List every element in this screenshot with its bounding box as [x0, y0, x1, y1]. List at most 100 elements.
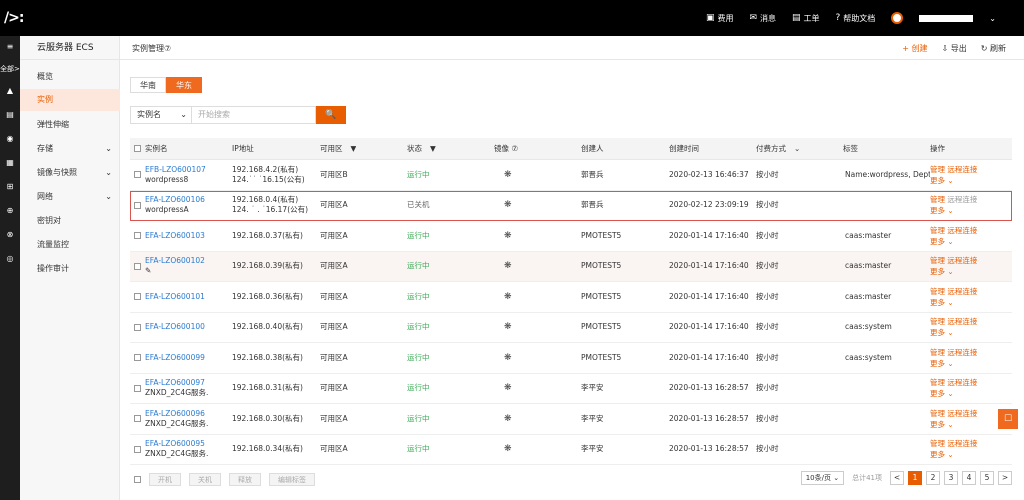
more-dropdown[interactable]: 更多 ⌄: [930, 358, 977, 369]
table-row[interactable]: EFA-LZO600102 ✎ 192.168.0.39(私有) 可用区A 运行中 ❋ PM…: [130, 251, 1012, 282]
remote-connect-link[interactable]: 远程连接: [947, 226, 977, 235]
more-dropdown[interactable]: 更多 ⌄: [930, 236, 977, 247]
table-row[interactable]: EFA-LZO600101 192.168.0.36(私有) 可用区A 运行中 ❋ PMO…: [130, 282, 1012, 313]
export-button[interactable]: ⇩ 导出: [942, 43, 967, 54]
rail-nav-icon[interactable]: ⊞: [0, 180, 20, 194]
more-dropdown[interactable]: 更多 ⌄: [930, 388, 977, 399]
rail-nav-icon[interactable]: ⊕: [0, 204, 20, 218]
release-button[interactable]: 释放: [229, 472, 261, 486]
instance-name-link[interactable]: EFA-LZO600096: [145, 409, 208, 419]
all-products-toggle[interactable]: 全部>: [0, 62, 20, 76]
topnav-item-help[interactable]: ? 帮助文档: [836, 13, 876, 24]
row-checkbox[interactable]: [134, 293, 141, 301]
sidebar-item[interactable]: 实例: [20, 89, 120, 111]
table-row[interactable]: EFA-LZO600097 ZNXD_2C4G服务. 192.168.0.31(私有…: [130, 373, 1012, 404]
manage-link[interactable]: 管理: [930, 165, 945, 174]
manage-link[interactable]: 管理: [930, 226, 945, 235]
brand-logo[interactable]: />:: [4, 10, 24, 26]
table-row[interactable]: EFA-LZO600100 192.168.0.40(私有) 可用区A 运行中 ❋ PMO…: [130, 312, 1012, 343]
remote-connect-link[interactable]: 远程连接: [947, 378, 977, 387]
row-checkbox[interactable]: [134, 354, 141, 362]
search-button[interactable]: 🔍: [316, 106, 346, 124]
stop-button[interactable]: 关机: [189, 472, 221, 486]
remote-connect-link[interactable]: 远程连接: [947, 287, 977, 296]
more-dropdown[interactable]: 更多 ⌄: [930, 297, 977, 308]
sidebar-item[interactable]: 网络 ⌄: [20, 186, 120, 208]
manage-link[interactable]: 管理: [930, 256, 945, 265]
sidebar-item[interactable]: 密钥对: [20, 210, 120, 232]
next-page-button[interactable]: >: [998, 471, 1012, 485]
create-button[interactable]: + 创建: [902, 43, 927, 54]
topnav-item-billing[interactable]: ▣ 费用: [706, 13, 734, 24]
page-button-4[interactable]: 4: [962, 471, 976, 485]
instance-name-link[interactable]: EFA-LZO600103: [145, 231, 205, 241]
more-dropdown[interactable]: 更多 ⌄: [930, 175, 977, 186]
topnav-item-ticket[interactable]: ▤ 工单: [792, 13, 820, 24]
manage-link[interactable]: 管理: [930, 317, 945, 326]
instance-name-link[interactable]: EFA-LZO600101: [145, 292, 205, 302]
remote-connect-link[interactable]: 远程连接: [947, 409, 977, 418]
instance-name-link[interactable]: EFA-LZO600102: [145, 256, 205, 266]
remote-connect-link[interactable]: 远程连接: [947, 439, 977, 448]
table-row[interactable]: EFA-LZO600096 ZNXD_2C4G服务. 192.168.0.30(私有…: [130, 404, 1012, 435]
instance-name-link[interactable]: EFA-LZO600097: [145, 378, 208, 388]
remote-connect-link[interactable]: 远程连接: [947, 165, 977, 174]
sidebar-item[interactable]: 镜像与快照 ⌄: [20, 162, 120, 184]
chevron-down-icon[interactable]: ⌄: [989, 14, 996, 23]
sidebar-item[interactable]: 存储 ⌄: [20, 138, 120, 160]
select-all-checkbox[interactable]: [134, 145, 141, 152]
start-button[interactable]: 开机: [149, 472, 181, 486]
manage-link[interactable]: 管理: [930, 287, 945, 296]
region-tab-south[interactable]: 华南: [130, 77, 166, 93]
table-row[interactable]: EFA-LZO600103 192.168.0.37(私有) 可用区A 运行中 ❋ PMO…: [130, 221, 1012, 252]
filter-icon[interactable]: ▼: [430, 144, 436, 154]
page-button-2[interactable]: 2: [926, 471, 940, 485]
table-row[interactable]: EFA-LZO600099 192.168.0.38(私有) 可用区A 运行中 ❋ PMO…: [130, 343, 1012, 374]
row-checkbox[interactable]: [134, 384, 141, 392]
instance-name-link[interactable]: EFB-LZO600107: [145, 165, 206, 175]
sidebar-item[interactable]: 弹性伸缩: [20, 114, 120, 136]
sidebar-item[interactable]: 操作审计: [20, 258, 120, 280]
edit-tags-button[interactable]: 编辑标签: [269, 472, 315, 486]
manage-link[interactable]: 管理: [930, 378, 945, 387]
row-checkbox[interactable]: [134, 232, 141, 240]
instance-name-link[interactable]: EFA-LZO600095: [145, 439, 208, 449]
manage-link[interactable]: 管理: [930, 439, 945, 448]
sidebar-item[interactable]: 概览: [20, 66, 120, 88]
row-checkbox[interactable]: [134, 445, 141, 453]
rail-nav-icon[interactable]: ◉: [0, 132, 20, 146]
manage-link[interactable]: 管理: [930, 348, 945, 357]
filter-icon[interactable]: ▼: [351, 144, 357, 154]
sidebar-item[interactable]: 流量监控: [20, 234, 120, 256]
instance-name-link[interactable]: EFA-LZO600100: [145, 322, 205, 332]
remote-connect-link[interactable]: 远程连接: [947, 195, 977, 204]
row-checkbox[interactable]: [134, 415, 141, 423]
manage-link[interactable]: 管理: [930, 195, 945, 204]
footer-select-all-checkbox[interactable]: [134, 475, 141, 483]
row-checkbox[interactable]: [134, 262, 141, 270]
row-checkbox[interactable]: [134, 201, 141, 209]
page-button-1[interactable]: 1: [908, 471, 922, 485]
more-dropdown[interactable]: 更多 ⌄: [930, 266, 977, 277]
remote-connect-link[interactable]: 远程连接: [947, 348, 977, 357]
page-button-3[interactable]: 3: [944, 471, 958, 485]
prev-page-button[interactable]: <: [890, 471, 904, 485]
chevron-down-icon[interactable]: ⌄: [794, 144, 800, 154]
more-dropdown[interactable]: 更多 ⌄: [930, 205, 977, 216]
row-checkbox[interactable]: [134, 323, 141, 331]
table-row[interactable]: EFA-LZO600095 ZNXD_2C4G服务. 192.168.0.34(私有…: [130, 434, 1012, 465]
rail-nav-icon[interactable]: ▦: [0, 156, 20, 170]
table-row[interactable]: EFB-LZO600107 wordpress8 192.168.4.2(私有) 12…: [130, 160, 1012, 191]
avatar[interactable]: [891, 12, 904, 24]
region-tab-east[interactable]: 华东: [166, 77, 202, 93]
row-checkbox[interactable]: [134, 171, 141, 179]
more-dropdown[interactable]: 更多 ⌄: [930, 449, 977, 460]
more-dropdown[interactable]: 更多 ⌄: [930, 419, 977, 430]
rail-nav-icon[interactable]: ▲: [0, 84, 20, 98]
instance-name-link[interactable]: EFA-LZO600106: [145, 195, 205, 205]
rail-nav-icon[interactable]: ▤: [0, 108, 20, 122]
manage-link[interactable]: 管理: [930, 409, 945, 418]
instance-name-link[interactable]: EFA-LZO600099: [145, 353, 205, 363]
page-button-5[interactable]: 5: [980, 471, 994, 485]
page-size-select[interactable]: 10条/页 ⌄: [800, 471, 845, 485]
